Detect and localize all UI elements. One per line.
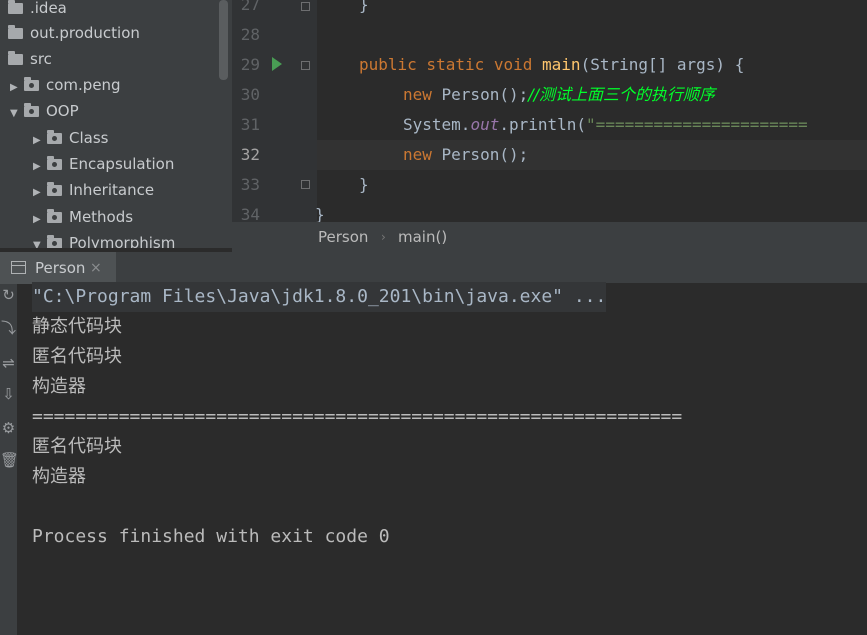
tree-item-oop[interactable]: ▼ OOP	[10, 98, 79, 124]
code-text: Person();	[441, 145, 529, 164]
code-keyword: new	[403, 145, 442, 164]
console-line-exit: Process finished with exit code 0	[32, 526, 390, 547]
tree-item-encapsulation[interactable]: ▶ Encapsulation	[33, 151, 174, 177]
line-number-current: 32	[240, 145, 260, 164]
console-line: 构造器	[32, 376, 86, 397]
expand-arrow-icon[interactable]: ▶	[33, 180, 47, 206]
tree-item-label: OOP	[46, 102, 79, 120]
folder-icon	[8, 51, 23, 65]
console-line-command: "C:\Program Files\Java\jdk1.8.0_201\bin\…	[32, 282, 607, 312]
close-icon[interactable]: ×	[90, 252, 102, 284]
tree-item-src[interactable]: src	[8, 46, 52, 72]
line-number: 27	[240, 0, 260, 14]
settings-icon[interactable]: ⚙	[0, 419, 17, 437]
console-line: 静态代码块	[32, 316, 122, 337]
tree-item-label: com.peng	[46, 76, 121, 94]
breadcrumb: Person › main()	[232, 222, 867, 252]
collapse-arrow-icon[interactable]: ▼	[10, 101, 24, 127]
run-console[interactable]: "C:\Program Files\Java\jdk1.8.0_201\bin\…	[17, 282, 867, 635]
code-text: (String[] args) {	[580, 55, 745, 74]
tree-item-label: Encapsulation	[69, 155, 175, 173]
line-number: 30	[240, 85, 260, 104]
console-line: 匿名代码块	[32, 436, 122, 457]
console-icon	[11, 261, 26, 274]
tree-item-label: Methods	[69, 208, 134, 226]
line-number: 28	[240, 25, 260, 44]
code-keyword: new	[403, 85, 442, 104]
run-toolbar: ↻ ⤵ ⇌ ⇩ ⚙ 🗑	[0, 284, 19, 635]
tree-item-label: Class	[69, 129, 109, 147]
line-number: 29	[240, 55, 260, 74]
breadcrumb-item-person[interactable]: Person	[318, 222, 368, 252]
tree-item-polymorphism[interactable]: ▼ Polymorphism	[33, 230, 175, 248]
code-editor[interactable]: 27 28 29 30 31 32 33 34 } public static …	[232, 0, 867, 222]
tree-item-idea[interactable]: .idea	[8, 0, 67, 21]
code-keyword: public static void	[359, 55, 543, 74]
fold-marker-icon[interactable]	[301, 180, 310, 189]
line-number: 33	[240, 175, 260, 194]
code-static-field: out	[470, 115, 500, 134]
fold-marker-icon[interactable]	[301, 61, 310, 70]
run-tab-bar: Person ×	[0, 252, 867, 284]
tree-item-label: out.production	[30, 24, 140, 42]
package-icon	[47, 130, 62, 144]
tree-item-label: Polymorphism	[69, 234, 176, 248]
trash-icon[interactable]: 🗑	[0, 451, 19, 469]
ide-window: .idea out.production src ▶ com.peng ▼ OOP …	[0, 0, 867, 635]
code-line-30: new Person();//测试上面三个的执行顺序	[403, 80, 715, 110]
scroll-to-end-icon[interactable]: ⇩	[0, 385, 17, 403]
tree-item-label: src	[30, 50, 52, 68]
console-line: 匿名代码块	[32, 346, 122, 367]
package-icon	[47, 182, 62, 196]
current-line-highlight	[317, 140, 867, 170]
run-gutter-icon[interactable]	[272, 57, 282, 71]
code-text: .println(	[499, 115, 587, 134]
line-number: 31	[240, 115, 260, 134]
run-tab-label: Person	[35, 259, 86, 277]
folder-icon	[8, 25, 23, 39]
tree-item-label: Inheritance	[69, 181, 155, 199]
code-function: main	[542, 55, 581, 74]
tree-item-com-peng[interactable]: ▶ com.peng	[10, 72, 121, 98]
tree-item-out-production[interactable]: out.production	[8, 20, 140, 46]
fold-marker-icon[interactable]	[301, 2, 310, 11]
package-icon	[24, 103, 39, 117]
console-line-separator: ========================================…	[32, 406, 683, 427]
code-string: "======================	[586, 115, 808, 134]
breadcrumb-item-main[interactable]: main()	[398, 222, 447, 252]
code-line-31: System.out.println("====================…	[403, 110, 808, 140]
project-tree: .idea out.production src ▶ com.peng ▼ OOP …	[0, 0, 232, 248]
soft-wrap-icon[interactable]: ⇌	[0, 354, 17, 372]
line-number: 34	[240, 205, 260, 222]
code-text: System.	[403, 115, 471, 134]
tree-item-inheritance[interactable]: ▶ Inheritance	[33, 177, 154, 203]
package-icon	[47, 209, 62, 223]
editor-gutter: 27 28 29 30 31 32 33 34	[232, 0, 317, 222]
code-line-29: public static void main(String[] args) {	[359, 50, 744, 80]
package-icon	[47, 156, 62, 170]
tree-scrollbar[interactable]	[219, 0, 228, 80]
run-tab-person[interactable]: Person ×	[0, 252, 116, 284]
breadcrumb-separator: ›	[381, 230, 386, 244]
code-line-34: }	[315, 200, 325, 222]
code-line-27: }	[359, 0, 369, 20]
package-icon	[47, 235, 62, 248]
tree-item-class[interactable]: ▶ Class	[33, 125, 108, 151]
code-text: Person();	[441, 85, 529, 104]
tree-item-methods[interactable]: ▶ Methods	[33, 204, 133, 230]
collapse-arrow-icon[interactable]: ▼	[33, 233, 47, 248]
rerun-icon[interactable]: ↻	[0, 286, 17, 304]
code-text: }	[359, 0, 369, 14]
folder-icon	[8, 0, 23, 14]
code-text: }	[315, 205, 325, 222]
code-line-32: new Person();	[403, 140, 528, 170]
tree-item-label: .idea	[30, 0, 67, 17]
package-icon	[24, 77, 39, 91]
code-text: }	[359, 175, 369, 194]
down-icon[interactable]: ⤵	[0, 317, 17, 338]
code-line-33: }	[359, 170, 369, 200]
code-comment: //测试上面三个的执行顺序	[528, 85, 716, 104]
console-line: 构造器	[32, 466, 86, 487]
